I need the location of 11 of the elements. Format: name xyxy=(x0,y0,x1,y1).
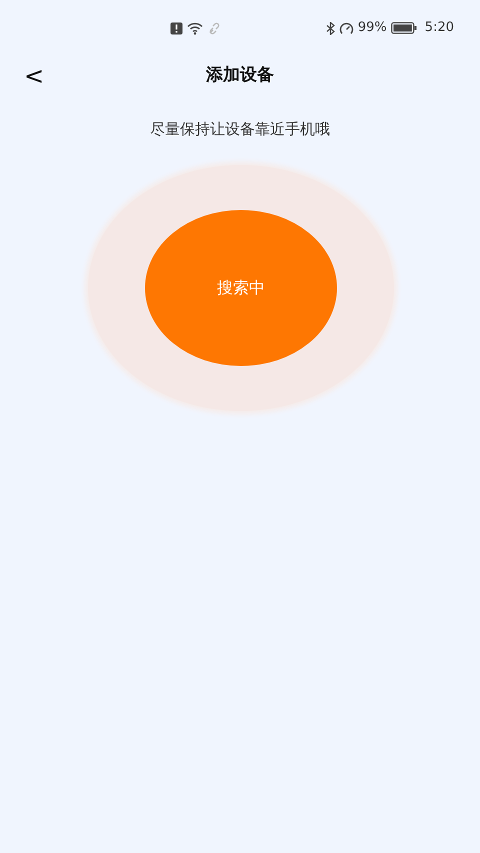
clock-time: 5:20 xyxy=(424,19,454,38)
link-icon xyxy=(208,22,221,34)
battery-percent: 99% xyxy=(358,19,387,38)
battery-icon xyxy=(390,22,417,34)
wifi-icon xyxy=(187,22,204,34)
gauge-icon xyxy=(338,22,354,34)
back-button[interactable]: < xyxy=(20,62,48,90)
hint-text: 尽量保持让设备靠近手机哦 xyxy=(150,119,330,140)
alert-icon xyxy=(170,22,183,34)
page-title: 添加设备 xyxy=(206,64,274,88)
bluetooth-icon xyxy=(326,22,335,34)
